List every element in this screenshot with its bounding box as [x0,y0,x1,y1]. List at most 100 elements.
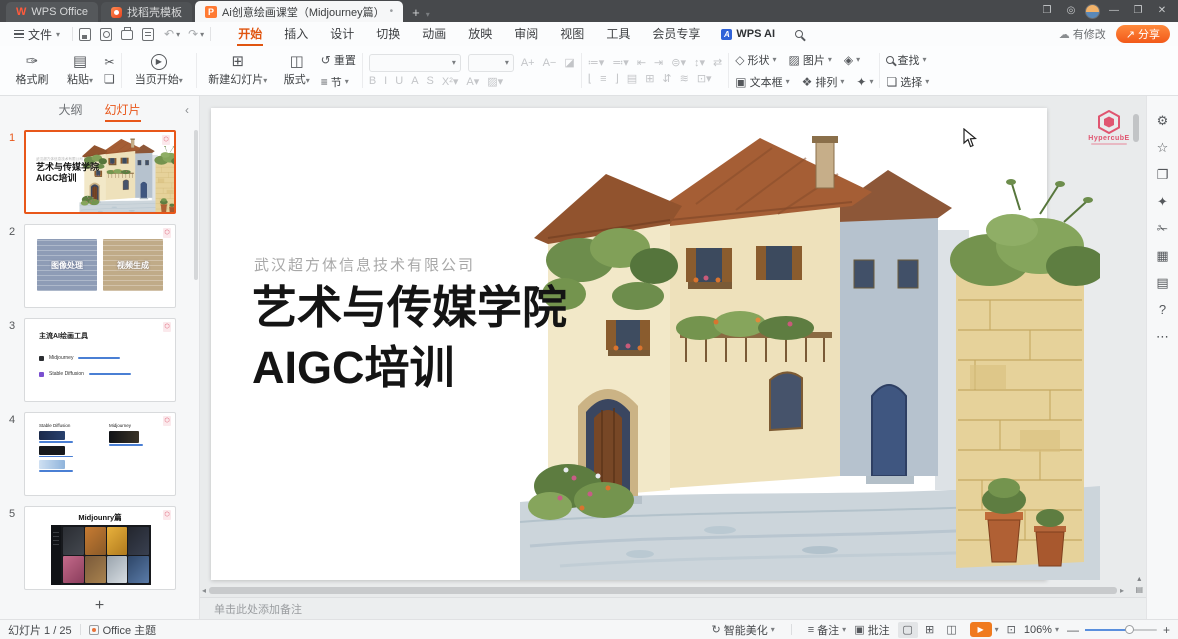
slide-company-text[interactable]: 武汉超方体信息技术有限公司 [254,254,475,275]
new-tab-button[interactable]: + [406,5,426,22]
tab-outline[interactable]: 大纲 [58,96,82,124]
paragraph-button[interactable]: ⇄ [713,56,722,69]
paragraph-button[interactable]: ⇤ [637,56,646,69]
alignment-button[interactable]: ⊡▾ [697,72,712,85]
menu-review[interactable]: 审阅 [503,22,549,46]
scroll-left-icon[interactable]: ◂ [202,586,206,595]
format-painter-button[interactable]: ✑ 格式刷 [8,54,56,87]
play-from-current-button[interactable]: ▶ 当页开始▾ [128,54,190,87]
font-style-button[interactable]: A [411,75,418,87]
font-style-button[interactable]: U [395,75,403,87]
share-button[interactable]: ↗ 分享 [1116,25,1170,43]
skin-center-icon[interactable]: ✁ [1157,222,1168,236]
chart-tools-icon[interactable]: ▦ [1156,249,1168,263]
more-icon[interactable]: ⋯ [1156,330,1169,344]
font-family-select[interactable]: ▾ [369,54,461,72]
slide-thumbnail-5[interactable]: Midjounry篇 [24,506,176,590]
font-style-button[interactable]: A▾ [466,75,479,88]
slideshow-play-button[interactable]: ▶ [970,622,992,637]
font-style-button[interactable]: ▨▾ [487,75,503,88]
horizontal-scrollbar-thumb[interactable] [209,587,1117,594]
scroll-right-icon[interactable]: ▸ [1120,586,1124,595]
search-icon[interactable] [795,30,803,38]
paragraph-button[interactable]: ≔▾ [588,56,605,69]
help-icon[interactable]: ? [1159,303,1166,317]
theme-label[interactable]: Office 主题 [103,622,157,638]
notes-button[interactable]: ≡ 备注▾ [808,622,846,638]
redo-button[interactable]: ↷ [188,27,198,41]
favorites-icon[interactable]: ☆ [1157,141,1169,155]
undo-button[interactable]: ↶ [164,27,174,41]
alignment-button[interactable]: ⌊ [588,72,592,85]
page-nav-icon[interactable]: ▤ [1135,585,1143,594]
menu-home[interactable]: 开始 [227,22,273,46]
font-size-button[interactable]: A− [543,57,557,69]
alignment-button[interactable]: ≡ [600,73,606,85]
fit-to-window-icon[interactable]: ⊡ [1007,623,1016,636]
slide-thumbnail-4[interactable]: Stable Diffusion Midjourney [24,412,176,496]
slide-artwork[interactable] [520,110,1100,580]
alignment-button[interactable]: ⇵ [662,72,671,85]
save-icon[interactable] [79,28,91,41]
horizontal-scrollbar[interactable]: ◂ ▸ [202,586,1124,594]
paste-button[interactable]: ▤ 粘贴▾ [56,54,104,87]
slide-thumbnail-1[interactable]: 武汉超方体信息技术有限公司 艺术与传媒学院 AIGC培训 ⬡ [24,130,176,214]
smart-graphic-button[interactable]: ◈▾ [844,50,860,69]
ai-tools-icon[interactable]: ✦ [1157,195,1168,209]
reset-button[interactable]: ↺ 重置 [321,50,356,69]
menu-insert[interactable]: 插入 [273,22,319,46]
play-options-caret-icon[interactable]: ▾ [995,625,999,634]
slide-thumbnail-3[interactable]: 主流AI绘画工具 Midjourney Stable Diffusion ⬡ [24,318,176,402]
font-style-button[interactable]: S [427,75,434,87]
collapse-panel-icon[interactable]: ‹ [185,103,189,117]
select-button[interactable]: ❏选择▾ [886,72,929,91]
print-preview-icon[interactable] [142,28,154,41]
add-slide-button[interactable]: + [0,593,199,619]
close-button[interactable]: ✕ [1152,0,1172,22]
restore-button[interactable]: ❐ [1128,0,1148,22]
picture-button[interactable]: ▨图片▾ [789,50,832,69]
properties-icon[interactable]: ⚙ [1157,114,1169,128]
textbox-button[interactable]: ▣文本框▾ [735,72,789,91]
comment-button[interactable]: ▣ 批注 [854,622,889,638]
copy-icon[interactable]: ❏ [104,73,115,86]
font-size-button[interactable]: ◪ [564,56,574,69]
tab-list-caret-icon[interactable]: ▾ [426,10,430,22]
company-logo[interactable]: HypercubE [1082,102,1136,152]
paragraph-button[interactable]: ≕▾ [612,56,629,69]
menu-transition[interactable]: 切换 [365,22,411,46]
menu-design[interactable]: 设计 [319,22,365,46]
reading-view-button[interactable]: ◫ [942,622,962,638]
print-icon[interactable] [121,30,133,40]
previous-slide-button[interactable]: ▴ [1137,574,1141,583]
alignment-button[interactable]: ≋ [680,72,689,85]
alignment-button[interactable]: ⊞ [645,72,654,85]
zoom-out-button[interactable]: — [1067,623,1079,637]
shapes-button[interactable]: ◇形状▾ [735,50,776,69]
font-style-button[interactable]: B [369,75,376,87]
layout-button[interactable]: ◫ 版式▾ [273,54,321,87]
paragraph-button[interactable]: ⇥ [654,56,663,69]
slide-title-text[interactable]: 艺术与传媒学院 AIGC培训 [252,278,567,398]
slide-library-icon[interactable]: ❐ [1157,168,1169,182]
menu-view[interactable]: 视图 [549,22,595,46]
tab-current-document[interactable]: P Ai创意绘画课堂（Midjourney篇） • [195,1,403,22]
alignment-button[interactable]: ▤ [627,72,637,85]
zoom-slider-track[interactable] [1085,629,1157,631]
new-slide-button[interactable]: ⊞ 新建幻灯片▾ [203,54,273,87]
menu-slideshow[interactable]: 放映 [457,22,503,46]
export-icon[interactable] [100,28,112,41]
zoom-level-button[interactable]: 106%▾ [1024,624,1059,636]
menu-tools[interactable]: 工具 [595,22,641,46]
font-size-button[interactable]: A+ [521,57,535,69]
panel-scrollbar[interactable] [194,130,198,280]
font-size-select[interactable]: ▾ [468,54,514,72]
zoom-slider-thumb[interactable] [1125,625,1134,634]
wps-ai-button[interactable]: A WPS AI [711,28,785,40]
menu-membership[interactable]: 会员专享 [641,22,711,46]
icon-library-button[interactable]: ✦▾ [856,72,873,91]
cut-icon[interactable]: ✂ [104,56,115,69]
vertical-scrollbar[interactable] [1132,106,1140,572]
menu-animation[interactable]: 动画 [411,22,457,46]
section-button[interactable]: ≡ 节 ▾ [321,72,356,91]
